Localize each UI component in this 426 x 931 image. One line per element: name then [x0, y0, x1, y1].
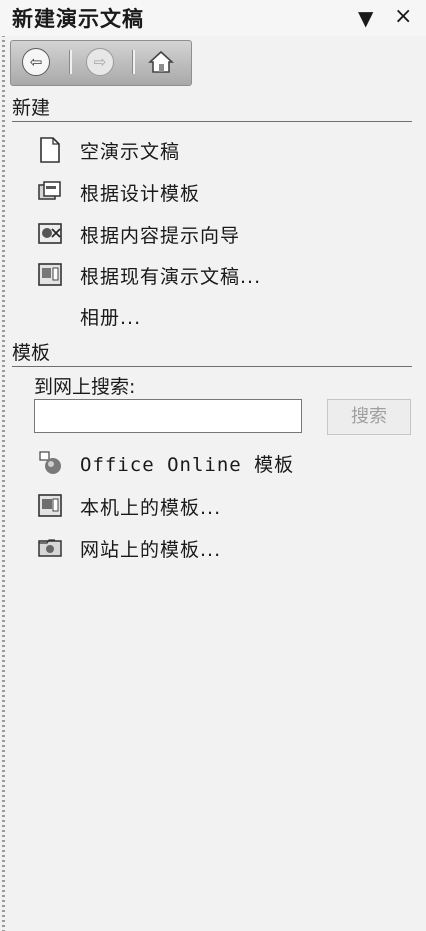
- navigation-toolbar: ⇦ ⇨: [10, 40, 192, 86]
- back-button[interactable]: ⇦: [22, 48, 50, 76]
- existing-presentation-link[interactable]: 根据现有演示文稿...: [38, 259, 338, 293]
- search-label: 到网上搜索:: [34, 376, 136, 398]
- section-divider: [12, 366, 412, 367]
- pane-title: 新建演示文稿: [12, 7, 144, 31]
- dropdown-menu-icon[interactable]: ▼: [358, 6, 373, 30]
- forward-button[interactable]: ⇨: [86, 48, 114, 76]
- pane-grip[interactable]: [2, 0, 5, 931]
- search-button[interactable]: 搜索: [327, 399, 411, 435]
- photo-album-link[interactable]: 相册...: [38, 300, 188, 334]
- website-templates-link[interactable]: 网站上的模板...: [38, 532, 288, 566]
- title-bar: 新建演示文稿 ▼ ×: [0, 0, 426, 36]
- toolbar-separator: [69, 50, 72, 74]
- content-wizard-link[interactable]: 根据内容提示向导: [38, 218, 308, 252]
- item-label: 根据现有演示文稿...: [80, 266, 262, 288]
- office-online-icon: [38, 450, 62, 476]
- office-online-templates-link[interactable]: Office Online 模板: [38, 447, 328, 481]
- search-input[interactable]: [34, 399, 302, 433]
- website-templates-icon: [38, 535, 62, 561]
- item-label: 根据内容提示向导: [80, 225, 241, 247]
- blank-document-icon: [38, 137, 62, 163]
- design-template-link[interactable]: 根据设计模板: [38, 176, 268, 210]
- blank-presentation-link[interactable]: 空演示文稿: [38, 134, 238, 168]
- local-templates-link[interactable]: 本机上的模板...: [38, 490, 288, 524]
- section-divider: [12, 121, 412, 122]
- design-template-icon: [38, 179, 62, 205]
- item-label: 根据设计模板: [80, 183, 201, 205]
- task-pane: 新建演示文稿 ▼ × ⇦ ⇨ 新建 空演示文稿 根据设计模板 根据内容提示向导 …: [0, 0, 426, 931]
- template-section-title: 模板: [12, 342, 51, 364]
- content-wizard-icon: [38, 221, 62, 247]
- item-label: 本机上的模板...: [80, 497, 222, 519]
- item-label: 相册...: [80, 307, 142, 329]
- item-label: 空演示文稿: [80, 141, 181, 163]
- toolbar-separator: [132, 50, 135, 74]
- item-label: 网站上的模板...: [80, 539, 222, 561]
- home-button[interactable]: [147, 49, 175, 75]
- close-icon[interactable]: ×: [394, 4, 412, 29]
- item-label: Office Online 模板: [80, 454, 295, 476]
- existing-presentation-icon: [38, 262, 62, 288]
- home-icon: [147, 50, 175, 73]
- new-section-title: 新建: [12, 97, 51, 119]
- local-templates-icon: [38, 493, 62, 519]
